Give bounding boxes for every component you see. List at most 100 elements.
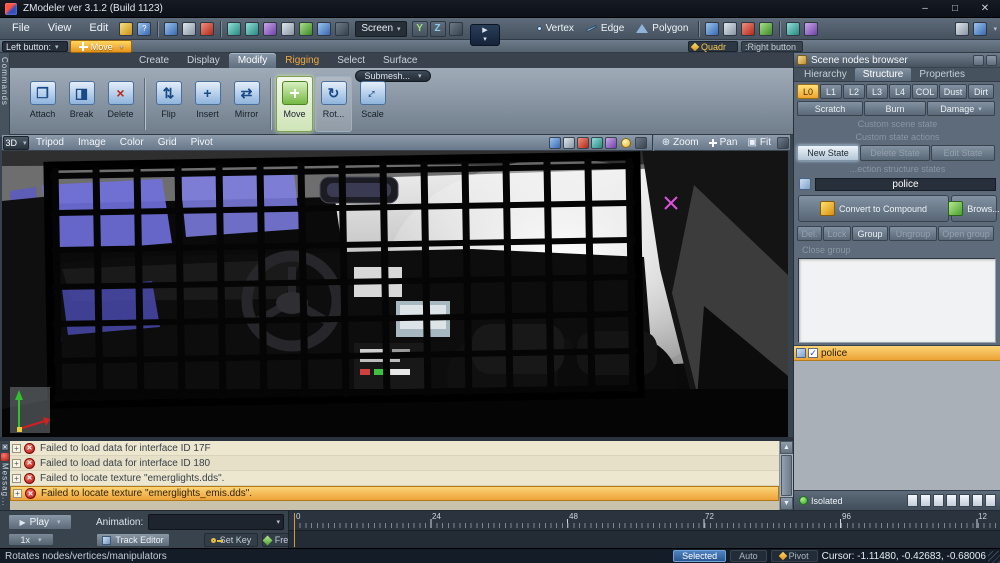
view-mode-button[interactable]: 3D: [3, 136, 29, 150]
playback-speed-button[interactable]: 1x: [8, 533, 54, 546]
axis-y-toggle[interactable]: Y: [412, 21, 428, 37]
timeline-track-area[interactable]: [289, 530, 1000, 549]
ribbon-button-attach[interactable]: ❐ Attach: [24, 76, 61, 132]
message-row[interactable]: Failed to locate texture "emerglights.dd…: [10, 471, 779, 486]
camera-icon[interactable]: [955, 22, 969, 36]
selected-mode-button[interactable]: Selected: [673, 550, 726, 562]
maximize-button[interactable]: □: [940, 0, 970, 18]
layer-doc-icon[interactable]: [920, 494, 931, 507]
left-button-selector[interactable]: Left button:: [2, 41, 68, 52]
polygon-mode-toggle[interactable]: Polygon: [630, 20, 694, 38]
close-messages-icon[interactable]: ✕: [1, 443, 9, 451]
options-icon[interactable]: [973, 22, 987, 36]
message-row-selected[interactable]: Failed to locate texture "emerglights_em…: [10, 486, 779, 501]
axis-list-icon[interactable]: [449, 22, 463, 36]
browse-button[interactable]: Brows...: [951, 195, 997, 222]
grid-toggle-icon[interactable]: [605, 137, 617, 149]
lod-l4-button[interactable]: L4: [889, 84, 911, 99]
structure-states-listbox[interactable]: [798, 258, 996, 343]
set-key-button[interactable]: Set Key: [204, 533, 258, 547]
theme-icon[interactable]: [119, 22, 133, 36]
wrench-icon[interactable]: [973, 55, 984, 66]
lock-button[interactable]: Lock: [823, 226, 851, 241]
tab-structure[interactable]: Structure: [855, 68, 912, 81]
local-axes-icon[interactable]: [299, 22, 313, 36]
pin-icon[interactable]: [986, 55, 997, 66]
lod-dust-button[interactable]: Dust: [939, 84, 967, 99]
tab-modify[interactable]: Modify: [229, 53, 276, 68]
uv-mapper-icon[interactable]: [804, 22, 818, 36]
open-file-icon[interactable]: [182, 22, 196, 36]
resize-grip[interactable]: [988, 551, 1000, 563]
auto-mode-button[interactable]: Auto: [730, 550, 767, 562]
messages-scrollbar[interactable]: [779, 441, 793, 510]
lod-l3-button[interactable]: L3: [866, 84, 888, 99]
layer-doc-icon[interactable]: [946, 494, 957, 507]
lightbulb-icon[interactable]: [621, 138, 631, 148]
minimize-button[interactable]: –: [910, 0, 940, 18]
node-name-field[interactable]: police: [815, 178, 996, 191]
commands-strip[interactable]: Commands: [0, 53, 10, 137]
lod-l1-button[interactable]: L1: [820, 84, 842, 99]
axis-z-toggle[interactable]: Z: [430, 21, 446, 37]
node-row-police[interactable]: police: [794, 346, 1000, 361]
edit-state-button[interactable]: Edit State: [931, 145, 995, 161]
right-button-selector[interactable]: :Right button: [741, 41, 803, 52]
ribbon-button-insert[interactable]: + Insert: [189, 76, 226, 132]
tab-create[interactable]: Create: [130, 53, 178, 68]
animation-dropdown[interactable]: [148, 514, 284, 530]
group-button[interactable]: Group: [852, 226, 888, 241]
sphere-select-icon[interactable]: [705, 22, 719, 36]
render-settings-icon[interactable]: [635, 137, 647, 149]
menu-file[interactable]: File: [3, 18, 39, 39]
isolated-indicator-icon[interactable]: [799, 496, 808, 505]
damage-dropdown[interactable]: Damage: [927, 101, 995, 116]
timeline-playhead[interactable]: [294, 513, 295, 547]
viewport-menu-color[interactable]: Color: [113, 137, 151, 148]
mirror-axis-icon[interactable]: [741, 22, 755, 36]
menu-view[interactable]: View: [39, 18, 81, 39]
lod-l2-button[interactable]: L2: [843, 84, 865, 99]
layer-doc-icon[interactable]: [972, 494, 983, 507]
convert-to-compound-button[interactable]: Convert to Compound: [798, 195, 949, 222]
screen-space-dropdown[interactable]: Screen: [355, 21, 406, 37]
close-button[interactable]: ✕: [970, 0, 1000, 18]
viewport-menu-image[interactable]: Image: [71, 137, 113, 148]
redo-icon[interactable]: [245, 22, 259, 36]
pivot-mode-button[interactable]: Pivot: [771, 550, 818, 562]
play-button[interactable]: Play: [8, 514, 72, 530]
ribbon-button-break[interactable]: ◨ Break: [63, 76, 100, 132]
layer-doc-icon[interactable]: [933, 494, 944, 507]
timeline-ruler[interactable]: 0 24 48 72 96 12: [288, 511, 1000, 549]
chevron-down-icon[interactable]: [993, 25, 997, 33]
grid-snap-icon[interactable]: [281, 22, 295, 36]
save-file-icon[interactable]: [200, 22, 214, 36]
track-editor-button[interactable]: Track Editor: [96, 533, 170, 547]
tab-display[interactable]: Display: [178, 53, 229, 68]
viewport-canvas[interactable]: [2, 151, 788, 437]
lod-col-button[interactable]: COL: [912, 84, 938, 99]
fit-button[interactable]: ▣ Fit: [742, 137, 776, 148]
expand-icon[interactable]: [12, 474, 21, 483]
menu-edit[interactable]: Edit: [80, 18, 117, 39]
zoom-button[interactable]: ⊕ Zoom: [657, 137, 704, 148]
lod-dirt-button[interactable]: Dirt: [968, 84, 994, 99]
toolbar-overflow-button[interactable]: [470, 24, 500, 46]
tab-rigging[interactable]: Rigging: [276, 53, 328, 68]
ribbon-button-scale[interactable]: ↕ Scale: [354, 76, 391, 132]
shading-mode-icon[interactable]: [549, 137, 561, 149]
layer-doc-icon[interactable]: [985, 494, 996, 507]
scrollbar-thumb[interactable]: [781, 455, 792, 496]
soft-select-icon[interactable]: [723, 22, 737, 36]
new-state-button[interactable]: New State: [797, 145, 859, 161]
scene-node-list[interactable]: police: [794, 345, 1000, 490]
tab-properties[interactable]: Properties: [911, 68, 973, 81]
edge-mode-toggle[interactable]: Edge: [580, 20, 630, 38]
scroll-up-icon[interactable]: [780, 441, 793, 454]
undo-icon[interactable]: [227, 22, 241, 36]
maximize-view-icon[interactable]: [777, 137, 789, 149]
ribbon-button-mirror[interactable]: ⇄ Mirror: [228, 76, 265, 132]
symmetry-icon[interactable]: [759, 22, 773, 36]
delete-state-button[interactable]: Delete State: [860, 145, 930, 161]
backfaces-icon[interactable]: [591, 137, 603, 149]
